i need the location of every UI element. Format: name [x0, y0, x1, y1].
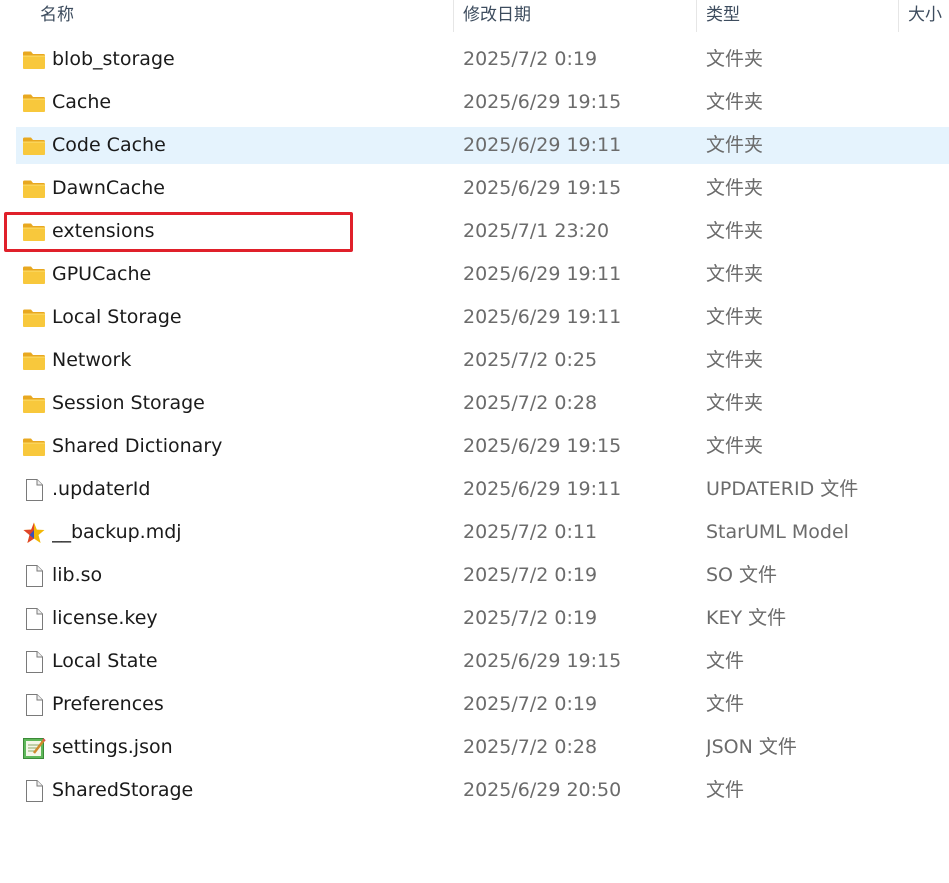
file-name: Shared Dictionary — [52, 435, 223, 457]
file-modified-date: 2025/6/29 19:11 — [463, 306, 622, 328]
file-name: blob_storage — [52, 48, 175, 70]
file-row[interactable]: Shared Dictionary 2025/6/29 19:15 文件夹 — [16, 428, 949, 465]
file-type: 文件夹 — [706, 48, 764, 70]
folder-icon — [22, 135, 46, 157]
file-type: SO 文件 — [706, 564, 778, 586]
column-header-date[interactable]: 修改日期 — [463, 0, 693, 30]
file-name: .updaterId — [52, 478, 151, 500]
folder-icon — [22, 393, 46, 415]
file-name: lib.so — [52, 564, 103, 586]
file-icon — [22, 694, 46, 716]
file-modified-date: 2025/7/2 0:11 — [463, 521, 598, 543]
file-icon — [22, 780, 46, 802]
file-row[interactable]: Local State 2025/6/29 19:15 文件 — [16, 643, 949, 680]
file-row[interactable]: __backup.mdj 2025/7/2 0:11 StarUML Model — [16, 514, 949, 551]
file-type: 文件夹 — [706, 435, 764, 457]
file-row[interactable]: lib.so 2025/7/2 0:19 SO 文件 — [16, 557, 949, 594]
file-name: Local Storage — [52, 306, 182, 328]
file-type: 文件夹 — [706, 220, 764, 242]
file-type: 文件 — [706, 650, 745, 672]
file-modified-date: 2025/6/29 19:15 — [463, 650, 622, 672]
file-modified-date: 2025/6/29 19:15 — [463, 91, 622, 113]
file-modified-date: 2025/7/2 0:19 — [463, 48, 598, 70]
column-header-type[interactable]: 类型 — [706, 0, 896, 30]
file-name: settings.json — [52, 736, 173, 758]
file-name: Local State — [52, 650, 158, 672]
file-row[interactable]: extensions 2025/7/1 23:20 文件夹 — [16, 213, 949, 250]
json-file-icon — [22, 737, 46, 759]
folder-icon — [22, 436, 46, 458]
folder-icon — [22, 92, 46, 114]
file-icon — [22, 651, 46, 673]
file-name: Cache — [52, 91, 112, 113]
column-header-name[interactable]: 名称 — [40, 0, 450, 30]
file-name: extensions — [52, 220, 155, 242]
file-row[interactable]: Cache 2025/6/29 19:15 文件夹 — [16, 84, 949, 121]
column-divider[interactable] — [898, 0, 899, 32]
file-modified-date: 2025/7/2 0:19 — [463, 693, 598, 715]
file-row[interactable]: .updaterId 2025/6/29 19:11 UPDATERID 文件 — [16, 471, 949, 508]
file-row[interactable]: license.key 2025/7/2 0:19 KEY 文件 — [16, 600, 949, 637]
file-type: 文件夹 — [706, 263, 764, 285]
file-name: Preferences — [52, 693, 164, 715]
file-icon — [22, 565, 46, 587]
file-modified-date: 2025/6/29 19:15 — [463, 177, 622, 199]
file-type: UPDATERID 文件 — [706, 478, 859, 500]
file-modified-date: 2025/6/29 19:15 — [463, 435, 622, 457]
file-type: 文件夹 — [706, 306, 764, 328]
file-row[interactable]: DawnCache 2025/6/29 19:15 文件夹 — [16, 170, 949, 207]
file-modified-date: 2025/7/1 23:20 — [463, 220, 610, 242]
file-modified-date: 2025/7/2 0:25 — [463, 349, 598, 371]
file-type: KEY 文件 — [706, 607, 787, 629]
file-row[interactable]: Network 2025/7/2 0:25 文件夹 — [16, 342, 949, 379]
file-type: 文件夹 — [706, 392, 764, 414]
file-row[interactable]: Preferences 2025/7/2 0:19 文件 — [16, 686, 949, 723]
file-type: StarUML Model — [706, 521, 849, 543]
file-type: JSON 文件 — [706, 736, 797, 758]
file-name: __backup.mdj — [52, 521, 182, 543]
file-row[interactable]: Code Cache 2025/6/29 19:11 文件夹 — [16, 127, 949, 164]
file-modified-date: 2025/7/2 0:19 — [463, 564, 598, 586]
file-name: license.key — [52, 607, 158, 629]
file-modified-date: 2025/6/29 20:50 — [463, 779, 622, 801]
file-name: SharedStorage — [52, 779, 194, 801]
folder-icon — [22, 307, 46, 329]
file-modified-date: 2025/7/2 0:28 — [463, 736, 598, 758]
file-type: 文件夹 — [706, 349, 764, 371]
folder-icon — [22, 221, 46, 243]
file-name: Session Storage — [52, 392, 205, 414]
file-modified-date: 2025/7/2 0:28 — [463, 392, 598, 414]
file-name: Code Cache — [52, 134, 166, 156]
file-row[interactable]: GPUCache 2025/6/29 19:11 文件夹 — [16, 256, 949, 293]
file-type: 文件夹 — [706, 177, 764, 199]
folder-icon — [22, 49, 46, 71]
file-modified-date: 2025/6/29 19:11 — [463, 263, 622, 285]
column-divider[interactable] — [453, 0, 454, 32]
column-header-size[interactable]: 大小 — [908, 0, 949, 30]
file-explorer: 名称 修改日期 类型 大小 blob_storage 2025/7/2 0:19 文… — [0, 0, 949, 883]
file-type: 文件夹 — [706, 91, 764, 113]
file-modified-date: 2025/6/29 19:11 — [463, 134, 622, 156]
file-name: GPUCache — [52, 263, 152, 285]
file-type: 文件 — [706, 693, 745, 715]
file-row[interactable]: settings.json 2025/7/2 0:28 JSON 文件 — [16, 729, 949, 766]
folder-icon — [22, 264, 46, 286]
file-name: Network — [52, 349, 132, 371]
file-row[interactable]: SharedStorage 2025/6/29 20:50 文件 — [16, 772, 949, 809]
file-icon — [22, 608, 46, 630]
folder-icon — [22, 178, 46, 200]
staruml-icon — [22, 522, 46, 544]
file-icon — [22, 479, 46, 501]
folder-icon — [22, 350, 46, 372]
file-type: 文件 — [706, 779, 745, 801]
column-divider[interactable] — [696, 0, 697, 32]
file-modified-date: 2025/6/29 19:11 — [463, 478, 622, 500]
column-header-bar: 名称 修改日期 类型 大小 — [0, 0, 949, 32]
file-modified-date: 2025/7/2 0:19 — [463, 607, 598, 629]
file-row[interactable]: Local Storage 2025/6/29 19:11 文件夹 — [16, 299, 949, 336]
file-row[interactable]: Session Storage 2025/7/2 0:28 文件夹 — [16, 385, 949, 422]
file-name: DawnCache — [52, 177, 165, 199]
file-row[interactable]: blob_storage 2025/7/2 0:19 文件夹 — [16, 41, 949, 78]
file-type: 文件夹 — [706, 134, 764, 156]
